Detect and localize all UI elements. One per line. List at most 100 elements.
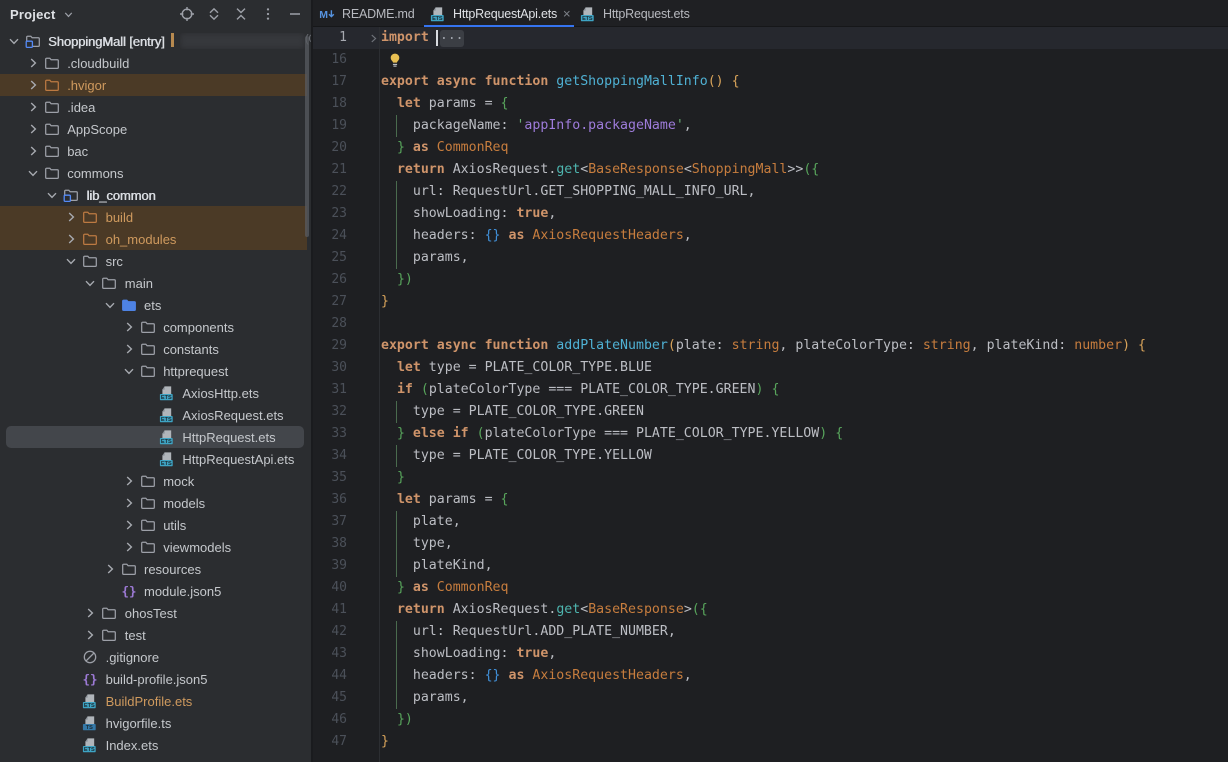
tree-scrollbar-thumb[interactable] bbox=[305, 36, 309, 237]
tree-item-commons[interactable]: commons bbox=[0, 162, 307, 184]
chevron-down-icon[interactable] bbox=[62, 250, 81, 272]
tree-item-ets[interactable]: ets bbox=[0, 294, 307, 316]
code-line-17[interactable]: export async function getShoppingMallInf… bbox=[381, 71, 740, 93]
code-line-29[interactable]: export async function addPlateNumber(pla… bbox=[381, 335, 1146, 357]
hide-icon[interactable] bbox=[287, 6, 303, 22]
chevron-down-icon[interactable] bbox=[81, 272, 100, 294]
tree-item-build[interactable]: build bbox=[0, 206, 307, 228]
code-line-32[interactable]: type = PLATE_COLOR_TYPE.GREEN bbox=[381, 401, 644, 423]
code-line-26[interactable]: }) bbox=[381, 269, 413, 291]
chevron-right-icon[interactable] bbox=[23, 74, 42, 96]
code-line-37[interactable]: plate, bbox=[381, 511, 461, 533]
tree-item-buildprofile-ets[interactable]: ETSBuildProfile.ets bbox=[0, 690, 307, 712]
code-line-31[interactable]: if (plateColorType === PLATE_COLOR_TYPE.… bbox=[381, 379, 779, 401]
code-line-43[interactable]: showLoading: true, bbox=[381, 643, 556, 665]
chevron-right-icon[interactable] bbox=[119, 492, 138, 514]
expand-all-icon[interactable] bbox=[206, 6, 222, 22]
tree-item-module-json5[interactable]: {}module.json5 bbox=[0, 580, 307, 602]
code-line-19[interactable]: packageName: 'appInfo.packageName', bbox=[381, 115, 692, 137]
more-icon[interactable] bbox=[260, 6, 276, 22]
chevron-right-icon[interactable] bbox=[81, 602, 100, 624]
chevron-right-icon[interactable] bbox=[81, 624, 100, 646]
tree-item-idea[interactable]: .idea bbox=[0, 96, 307, 118]
code-line-44[interactable]: headers: {} as AxiosRequestHeaders, bbox=[381, 665, 692, 687]
tab-readme-md[interactable]: MREADME.md bbox=[313, 0, 424, 27]
tree-item-components[interactable]: components bbox=[0, 316, 307, 338]
tree-item-hvigorfile-ts[interactable]: TShvigorfile.ts bbox=[0, 712, 307, 734]
code-line-39[interactable]: plateKind, bbox=[381, 555, 493, 577]
code-line-23[interactable]: showLoading: true, bbox=[381, 203, 556, 225]
chevron-right-icon[interactable] bbox=[119, 514, 138, 536]
code-line-45[interactable]: params, bbox=[381, 687, 469, 709]
code-line-38[interactable]: type, bbox=[381, 533, 453, 555]
tree-item-oh-modules[interactable]: oh_modules bbox=[0, 228, 307, 250]
code-line-36[interactable]: let params = { bbox=[381, 489, 509, 511]
tree-item-test[interactable]: test bbox=[0, 624, 307, 646]
tree-item-viewmodels[interactable]: viewmodels bbox=[0, 536, 307, 558]
chevron-right-icon[interactable] bbox=[119, 470, 138, 492]
tree-item-utils[interactable]: utils bbox=[0, 514, 307, 536]
tree-item-index-ets[interactable]: ETSIndex.ets bbox=[0, 734, 307, 756]
tree-item-ohostest[interactable]: ohosTest bbox=[0, 602, 307, 624]
tree-item-axioshttp-ets[interactable]: ETSAxiosHttp.ets bbox=[0, 382, 307, 404]
chevron-right-icon[interactable] bbox=[23, 118, 42, 140]
project-panel-title[interactable]: Project bbox=[10, 7, 55, 22]
tree-item-lib-common[interactable]: lib_common bbox=[0, 184, 307, 206]
chevron-down-icon[interactable] bbox=[100, 294, 119, 316]
tab-httprequestapi-ets[interactable]: ETSHttpRequestApi.ets bbox=[424, 0, 574, 27]
tree-item-httprequest-ets[interactable]: ETSHttpRequest.ets bbox=[0, 426, 307, 448]
fold-expand-icon[interactable] bbox=[366, 27, 380, 49]
tab-httprequest-ets[interactable]: ETSHttpRequest.ets bbox=[574, 0, 694, 27]
chevron-right-icon[interactable] bbox=[119, 338, 138, 360]
close-icon[interactable] bbox=[561, 8, 573, 20]
chevron-right-icon[interactable] bbox=[23, 52, 42, 74]
tree-item-appscope[interactable]: AppScope bbox=[0, 118, 307, 140]
code-line-21[interactable]: return AxiosRequest.get<BaseResponse<Sho… bbox=[381, 159, 819, 181]
code-line-33[interactable]: } else if (plateColorType === PLATE_COLO… bbox=[381, 423, 843, 445]
chevron-right-icon[interactable] bbox=[119, 316, 138, 338]
tree-item-bac[interactable]: bac bbox=[0, 140, 307, 162]
chevron-right-icon[interactable] bbox=[119, 536, 138, 558]
code-line-42[interactable]: url: RequestUrl.ADD_PLATE_NUMBER, bbox=[381, 621, 676, 643]
tree-item-httprequest[interactable]: httprequest bbox=[0, 360, 307, 382]
tree-item-constants[interactable]: constants bbox=[0, 338, 307, 360]
tree-item-mock[interactable]: mock bbox=[0, 470, 307, 492]
code-line-18[interactable]: let params = { bbox=[381, 93, 509, 115]
collapse-all-icon[interactable] bbox=[233, 6, 249, 22]
tree-item-axiosrequest-ets[interactable]: ETSAxiosRequest.ets bbox=[0, 404, 307, 426]
code-line-22[interactable]: url: RequestUrl.GET_SHOPPING_MALL_INFO_U… bbox=[381, 181, 756, 203]
chevron-down-icon[interactable] bbox=[62, 8, 75, 21]
code-line-24[interactable]: headers: {} as AxiosRequestHeaders, bbox=[381, 225, 692, 247]
code-line-46[interactable]: }) bbox=[381, 709, 413, 731]
folded-imports-placeholder[interactable]: ... bbox=[440, 30, 465, 47]
chevron-down-icon[interactable] bbox=[42, 184, 61, 206]
chevron-right-icon[interactable] bbox=[100, 558, 119, 580]
tree-item-shoppingmall[interactable]: ShoppingMall [entry](0 bbox=[0, 30, 307, 52]
tree-item-models[interactable]: models bbox=[0, 492, 307, 514]
code-line-47[interactable]: } bbox=[381, 731, 389, 753]
code-line-1[interactable]: import bbox=[381, 27, 437, 49]
chevron-right-icon[interactable] bbox=[23, 140, 42, 162]
tree-item-httprequestapi-ets[interactable]: ETSHttpRequestApi.ets bbox=[0, 448, 307, 470]
tree-item-cloudbuild[interactable]: .cloudbuild bbox=[0, 52, 307, 74]
intention-bulb-icon[interactable] bbox=[387, 52, 403, 68]
code-line-35[interactable]: } bbox=[381, 467, 405, 489]
chevron-right-icon[interactable] bbox=[62, 228, 81, 250]
chevron-down-icon[interactable] bbox=[119, 360, 138, 382]
code-editor[interactable]: 1import ...1617export async function get… bbox=[313, 27, 1228, 762]
tree-item-main[interactable]: main bbox=[0, 272, 307, 294]
tree-item-resources[interactable]: resources bbox=[0, 558, 307, 580]
locate-icon[interactable] bbox=[179, 6, 195, 22]
chevron-right-icon[interactable] bbox=[62, 206, 81, 228]
tree-item-src[interactable]: src bbox=[0, 250, 307, 272]
code-line-27[interactable]: } bbox=[381, 291, 389, 313]
chevron-down-icon[interactable] bbox=[4, 30, 23, 52]
chevron-down-icon[interactable] bbox=[23, 162, 42, 184]
code-line-25[interactable]: params, bbox=[381, 247, 469, 269]
chevron-right-icon[interactable] bbox=[23, 96, 42, 118]
code-line-20[interactable]: } as CommonReq bbox=[381, 137, 509, 159]
code-line-30[interactable]: let type = PLATE_COLOR_TYPE.BLUE bbox=[381, 357, 652, 379]
tree-item-gitignore[interactable]: .gitignore bbox=[0, 646, 307, 668]
code-line-41[interactable]: return AxiosRequest.get<BaseResponse>({ bbox=[381, 599, 708, 621]
code-line-34[interactable]: type = PLATE_COLOR_TYPE.YELLOW bbox=[381, 445, 652, 467]
